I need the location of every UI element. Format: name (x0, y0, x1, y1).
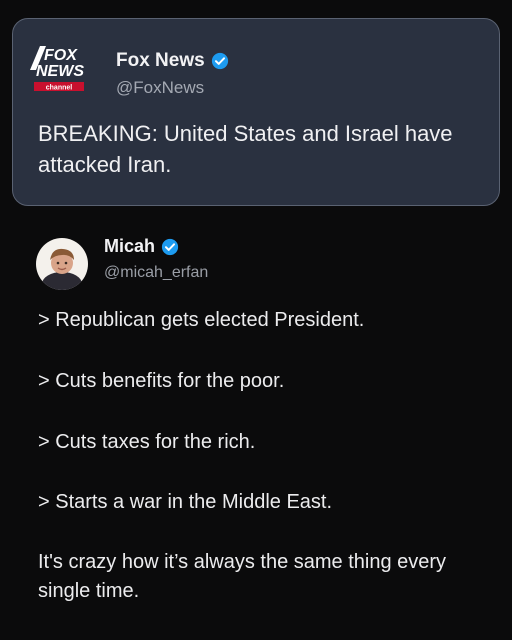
post-author-handle[interactable]: @micah_erfan (104, 264, 208, 282)
avatar[interactable] (36, 238, 88, 290)
post-author-name[interactable]: Micah (104, 236, 179, 257)
post-author-name-label: Micah (104, 236, 156, 256)
post-line: > Cuts benefits for the poor. (38, 370, 285, 392)
logo-fox-text: FOX (44, 47, 78, 64)
post-line: > Starts a war in the Middle East. (38, 491, 333, 513)
quoted-author-name-label: Fox News (116, 50, 205, 71)
quoted-author-name[interactable]: Fox News (116, 50, 229, 72)
avatar-image (36, 238, 88, 290)
quoted-post-text: BREAKING: United States and Israel have … (38, 121, 453, 177)
post-line: > Cuts taxes for the rich. (38, 431, 256, 453)
logo-channel-text: channel (46, 85, 73, 92)
verified-badge-icon (161, 238, 179, 255)
logo-news-text: NEWS (36, 63, 84, 80)
post-closing-text: It's crazy how it’s always the same thin… (38, 551, 447, 602)
post-line: > Republican gets elected President. (38, 309, 365, 331)
quoted-author-handle[interactable]: @FoxNews (116, 78, 204, 98)
fox-news-logo: FOX NEWS channel (30, 46, 84, 92)
verified-badge-icon (211, 52, 228, 70)
